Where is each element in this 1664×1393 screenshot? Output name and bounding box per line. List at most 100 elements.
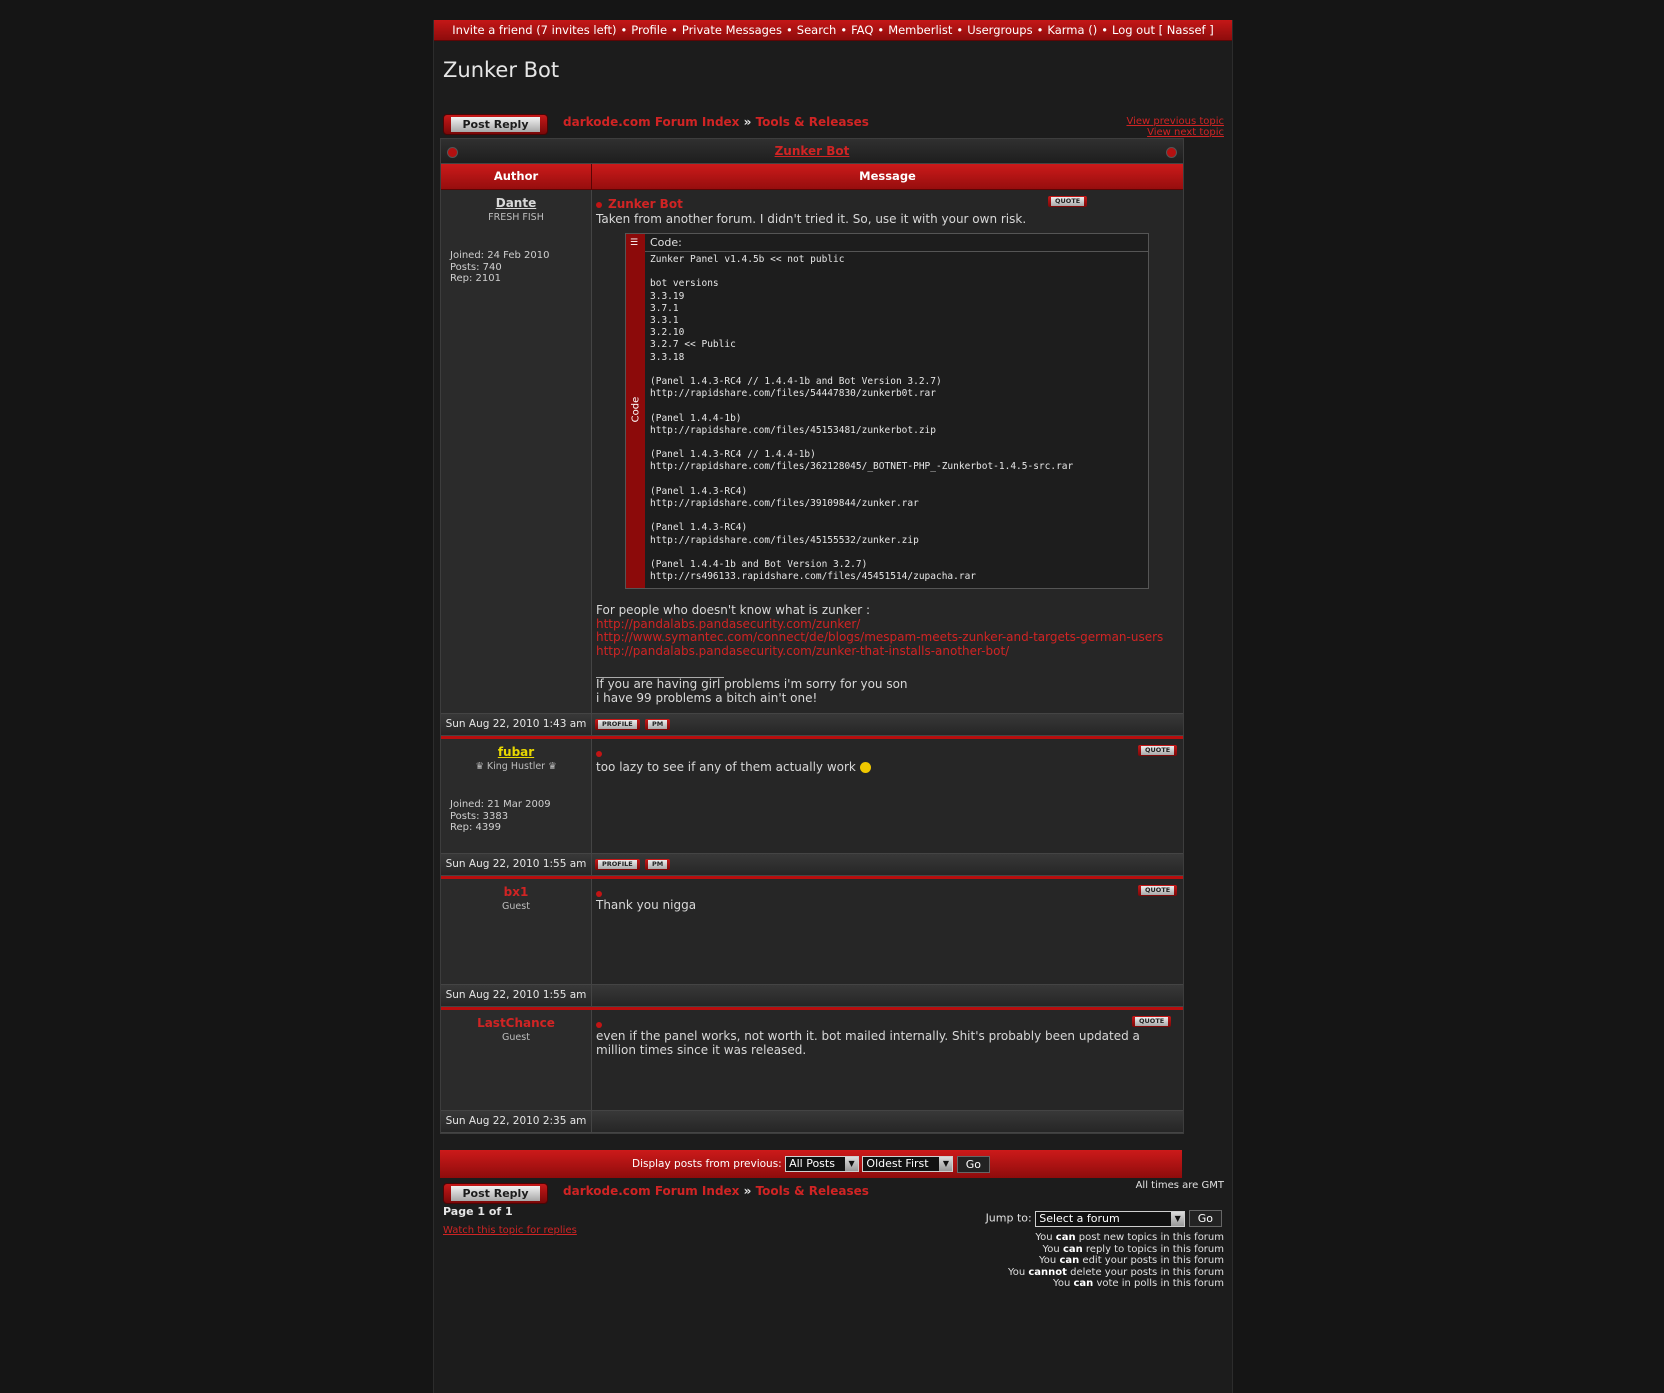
- post-link[interactable]: http://www.symantec.com/connect/de/blogs…: [596, 630, 1163, 645]
- post: fubar ♛ King Hustler ♛ Joined: 21 Mar 20…: [441, 739, 1183, 853]
- permission-line: You cannot delete your posts in this for…: [1007, 1266, 1224, 1278]
- chevron-down-icon: ▼: [1171, 1211, 1185, 1226]
- breadcrumb-forum-index[interactable]: darkode.com Forum Index: [563, 1184, 739, 1198]
- breadcrumb-tools-releases[interactable]: Tools & Releases: [756, 1184, 869, 1198]
- profile-button[interactable]: PROFILE: [595, 859, 640, 870]
- breadcrumb-separator: »: [743, 115, 752, 129]
- post-author-name: LastChance: [477, 1016, 555, 1030]
- nav-separator: •: [1036, 23, 1044, 37]
- code-list-icon: ☰: [630, 238, 639, 248]
- post-link[interactable]: http://pandalabs.pandasecurity.com/zunke…: [596, 644, 1163, 659]
- jump-go-button[interactable]: Go: [1188, 1210, 1222, 1227]
- quote-label: QUOTE: [1141, 746, 1175, 755]
- post-actions: PROFILE PM: [592, 854, 1183, 875]
- post-subject: [596, 746, 608, 760]
- post-footer: Sun Aug 22, 2010 1:55 am: [441, 984, 1183, 1007]
- top-nav: Invite a friend (7 invites left) • Profile…: [434, 20, 1232, 41]
- quote-button[interactable]: QUOTE: [1048, 196, 1088, 207]
- author-link-dante[interactable]: Dante: [496, 196, 536, 210]
- post-message: QUOTE even if the panel works, not worth…: [592, 1010, 1183, 1110]
- nav-separator: •: [671, 23, 678, 37]
- nav-profile[interactable]: Profile: [631, 23, 667, 37]
- post-actions: [592, 985, 1183, 1006]
- author-rank: Guest: [502, 1032, 530, 1043]
- view-next-topic-link[interactable]: View next topic: [1147, 127, 1224, 138]
- quote-label: QUOTE: [1135, 1017, 1169, 1026]
- page: Invite a friend (7 invites left) • Profile…: [433, 20, 1233, 1393]
- pm-label: PM: [648, 860, 668, 869]
- quote-button[interactable]: QUOTE: [1138, 745, 1178, 756]
- post-author-name: bx1: [503, 885, 529, 899]
- post-subject: Zunker Bot: [596, 197, 683, 211]
- quote-button[interactable]: QUOTE: [1138, 885, 1178, 896]
- table-title-link[interactable]: Zunker Bot: [775, 144, 850, 158]
- nav-separator: •: [1101, 23, 1108, 37]
- post-order-select[interactable]: Oldest First ▼: [862, 1156, 954, 1172]
- quote-button[interactable]: QUOTE: [1132, 1016, 1172, 1027]
- nav-usergroups[interactable]: Usergroups: [967, 23, 1032, 37]
- post-footer: Sun Aug 22, 2010 2:35 am: [441, 1110, 1183, 1133]
- post-bullet-icon: [596, 890, 602, 897]
- post-message: Zunker Bot QUOTE Taken from another foru…: [592, 190, 1183, 713]
- post-author-panel: Dante FRESH FISH Joined: 24 Feb 2010 Pos…: [441, 190, 592, 713]
- author-joined: Joined: 21 Mar 2009: [450, 799, 551, 810]
- pm-button[interactable]: PM: [645, 719, 671, 730]
- nav-faq[interactable]: FAQ: [851, 23, 873, 37]
- nav-logout[interactable]: Log out [ Nassef ]: [1112, 23, 1214, 37]
- nav-memberlist[interactable]: Memberlist: [888, 23, 952, 37]
- post-link[interactable]: http://pandalabs.pandasecurity.com/zunke…: [596, 617, 1163, 632]
- quote-label: QUOTE: [1141, 886, 1175, 895]
- display-go-button[interactable]: Go: [956, 1155, 991, 1173]
- post-reply-label: Post Reply: [451, 117, 540, 132]
- code-block: ☰ Code Code: Zunker Panel v1.4.5b << not…: [625, 233, 1149, 589]
- code-header: Code:: [645, 234, 1148, 252]
- profile-label: PROFILE: [598, 720, 637, 729]
- breadcrumb-forum-index[interactable]: darkode.com Forum Index: [563, 115, 739, 129]
- post-actions: PROFILE PM: [592, 714, 1183, 735]
- page-info: Page 1 of 1: [443, 1205, 513, 1218]
- jump-forum-select[interactable]: Select a forum ▼: [1035, 1210, 1186, 1227]
- permission-line: You can edit your posts in this forum: [1039, 1255, 1224, 1266]
- post-date: Sun Aug 22, 2010 2:35 am: [441, 1111, 592, 1132]
- post-bullet-icon: [596, 1021, 602, 1028]
- nav-private-messages[interactable]: Private Messages: [682, 23, 782, 37]
- post: bx1 Guest QUOTE Thank you nigga: [441, 879, 1183, 984]
- pm-button[interactable]: PM: [645, 859, 671, 870]
- signature-line: If you are having girl problems i'm sorr…: [596, 677, 908, 691]
- pm-label: PM: [648, 720, 668, 729]
- profile-label: PROFILE: [598, 860, 637, 869]
- jump-to-forum: Jump to: Select a forum ▼ Go: [986, 1210, 1222, 1227]
- post-reply-button[interactable]: Post Reply: [443, 114, 548, 135]
- watch-topic-link[interactable]: Watch this topic for replies: [443, 1225, 577, 1236]
- nav-karma[interactable]: Karma (): [1047, 23, 1097, 37]
- display-options-bar: Display posts from previous: All Posts ▼ …: [440, 1150, 1182, 1178]
- post: Dante FRESH FISH Joined: 24 Feb 2010 Pos…: [441, 190, 1183, 713]
- nav-search[interactable]: Search: [797, 23, 837, 37]
- author-post-count: Posts: 740: [450, 261, 502, 273]
- code-sidebar: ☰ Code: [626, 234, 645, 588]
- permission-line: You can post new topics in this forum: [1035, 1232, 1224, 1243]
- post-bullet-icon: [596, 201, 602, 208]
- permission-line: You can reply to topics in this forum: [1042, 1243, 1224, 1255]
- code-content: Zunker Panel v1.4.5b << not public bot v…: [650, 254, 1074, 583]
- post-outro: For people who doesn't know what is zunk…: [596, 603, 871, 617]
- table-title-bar: Zunker Bot: [441, 139, 1183, 164]
- posts-range-select[interactable]: All Posts ▼: [785, 1156, 860, 1172]
- jump-forum-value: Select a forum: [1039, 1211, 1120, 1225]
- post-message: QUOTE Thank you nigga: [592, 879, 1183, 984]
- posts-range-value: All Posts: [789, 1157, 835, 1170]
- author-rank: FRESH FISH: [488, 212, 544, 223]
- nav-separator: •: [877, 23, 885, 37]
- breadcrumb-tools-releases[interactable]: Tools & Releases: [756, 115, 869, 129]
- author-link-fubar[interactable]: fubar: [498, 745, 534, 759]
- profile-button[interactable]: PROFILE: [595, 719, 640, 730]
- post-text-content: too lazy to see if any of them actually …: [596, 760, 856, 774]
- post-author-panel: LastChance Guest: [441, 1010, 592, 1110]
- author-post-count: Posts: 3383: [450, 810, 509, 822]
- view-previous-topic-link[interactable]: View previous topic: [1126, 116, 1224, 127]
- nav-invite[interactable]: Invite a friend (7 invites left): [452, 23, 616, 37]
- chevron-down-icon: ▼: [939, 1157, 953, 1171]
- corner-dot-icon: [1166, 147, 1177, 158]
- post-reply-button-bottom[interactable]: Post Reply: [443, 1183, 548, 1204]
- post-message: QUOTE too lazy to see if any of them act…: [592, 739, 1183, 853]
